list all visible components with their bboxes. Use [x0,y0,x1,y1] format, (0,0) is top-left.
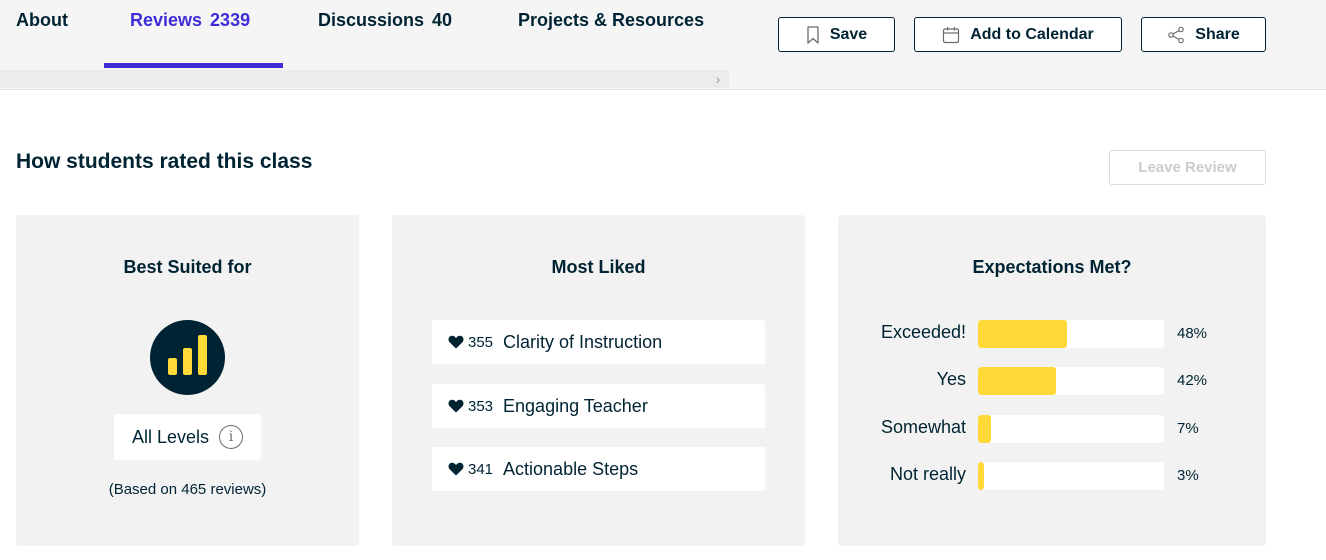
expectation-bar-track [978,462,1164,490]
tab-reviews[interactable]: Reviews 2339 [130,0,250,68]
section-title: How students rated this class [16,150,313,173]
tab-discussions-count: 40 [432,10,453,30]
expectation-percent: 7% [1177,420,1199,437]
liked-item: 341 Actionable Steps [432,447,765,491]
liked-label: Engaging Teacher [503,395,648,416]
share-button[interactable]: Share [1141,17,1266,52]
liked-item: 353 Engaging Teacher [432,384,765,428]
tab-reviews-count: 2339 [210,10,251,30]
expectation-percent: 42% [1177,372,1208,389]
expectation-bar-fill [978,320,1068,348]
most-liked-card: Most Liked 355 Clarity of Instruction 35… [392,215,805,546]
save-button-label: Save [829,25,868,43]
add-to-calendar-label: Add to Calendar [970,25,1094,43]
best-suited-title: Best Suited for [123,257,252,277]
tab-projects-label: Projects & Resources [518,10,705,30]
add-to-calendar-button[interactable]: Add to Calendar [914,17,1122,52]
share-icon [1168,26,1185,43]
level-bar-high [198,335,207,375]
share-button-label: Share [1195,25,1240,43]
tab-about[interactable]: About [16,0,68,68]
expectations-title: Expectations Met? [972,257,1132,277]
chevron-right-icon[interactable]: › [711,70,725,88]
level-chip: All Levels i [114,414,261,460]
expectation-percent: 3% [1177,467,1199,484]
bookmark-icon [807,25,819,44]
level-bar-mid [183,348,192,375]
liked-count: 341 [468,460,494,478]
expectation-row: Yes 42% [838,367,1266,395]
level-label: All Levels [131,426,210,447]
tab-projects-resources[interactable]: Projects & Resources [518,0,704,68]
expectation-row: Exceeded! 48% [838,320,1266,348]
liked-item: 355 Clarity of Instruction [432,320,765,364]
info-icon[interactable]: i [219,425,244,449]
tab-discussions[interactable]: Discussions 40 [318,0,452,68]
expectation-percent: 48% [1177,325,1208,342]
liked-count: 353 [468,397,494,415]
leave-review-button[interactable]: Leave Review [1109,150,1266,185]
heart-icon [448,399,464,413]
liked-label: Clarity of Instruction [503,331,663,352]
class-tab-bar: About Reviews 2339 Discussions 40 Projects… [0,0,1326,90]
expectation-label: Somewhat [880,417,966,437]
liked-label: Actionable Steps [503,458,639,479]
tab-about-label: About [16,10,68,30]
expectation-label: Not really [889,464,966,484]
best-suited-card: Best Suited for All Levels i (Based on 4… [16,215,359,546]
heart-icon [448,462,464,476]
calendar-icon [943,26,960,43]
tab-scrollbar[interactable] [0,70,729,88]
level-bars-icon [150,320,225,395]
expectation-row: Not really 3% [838,462,1266,490]
expectation-label: Exceeded! [880,322,966,342]
active-tab-indicator [104,63,283,68]
expectation-bar-fill [978,367,1057,395]
expectations-card: Expectations Met? Exceeded! 48% Yes 42% … [838,215,1266,546]
expectation-bar-track [978,415,1164,443]
expectation-bar-fill [978,415,992,443]
expectation-bar-track [978,320,1164,348]
expectation-row: Somewhat 7% [838,415,1266,443]
expectation-label: Yes [936,369,966,389]
most-liked-title: Most Liked [551,257,646,277]
heart-icon [448,335,464,349]
tab-discussions-label: Discussions [318,10,425,30]
expectation-bar-fill [978,462,984,490]
save-button[interactable]: Save [778,17,895,52]
tab-reviews-label: Reviews [130,10,203,30]
level-bar-low [168,358,177,375]
liked-count: 355 [468,333,494,351]
based-on-count: (Based on 465 reviews) [108,481,267,498]
expectation-bar-track [978,367,1164,395]
